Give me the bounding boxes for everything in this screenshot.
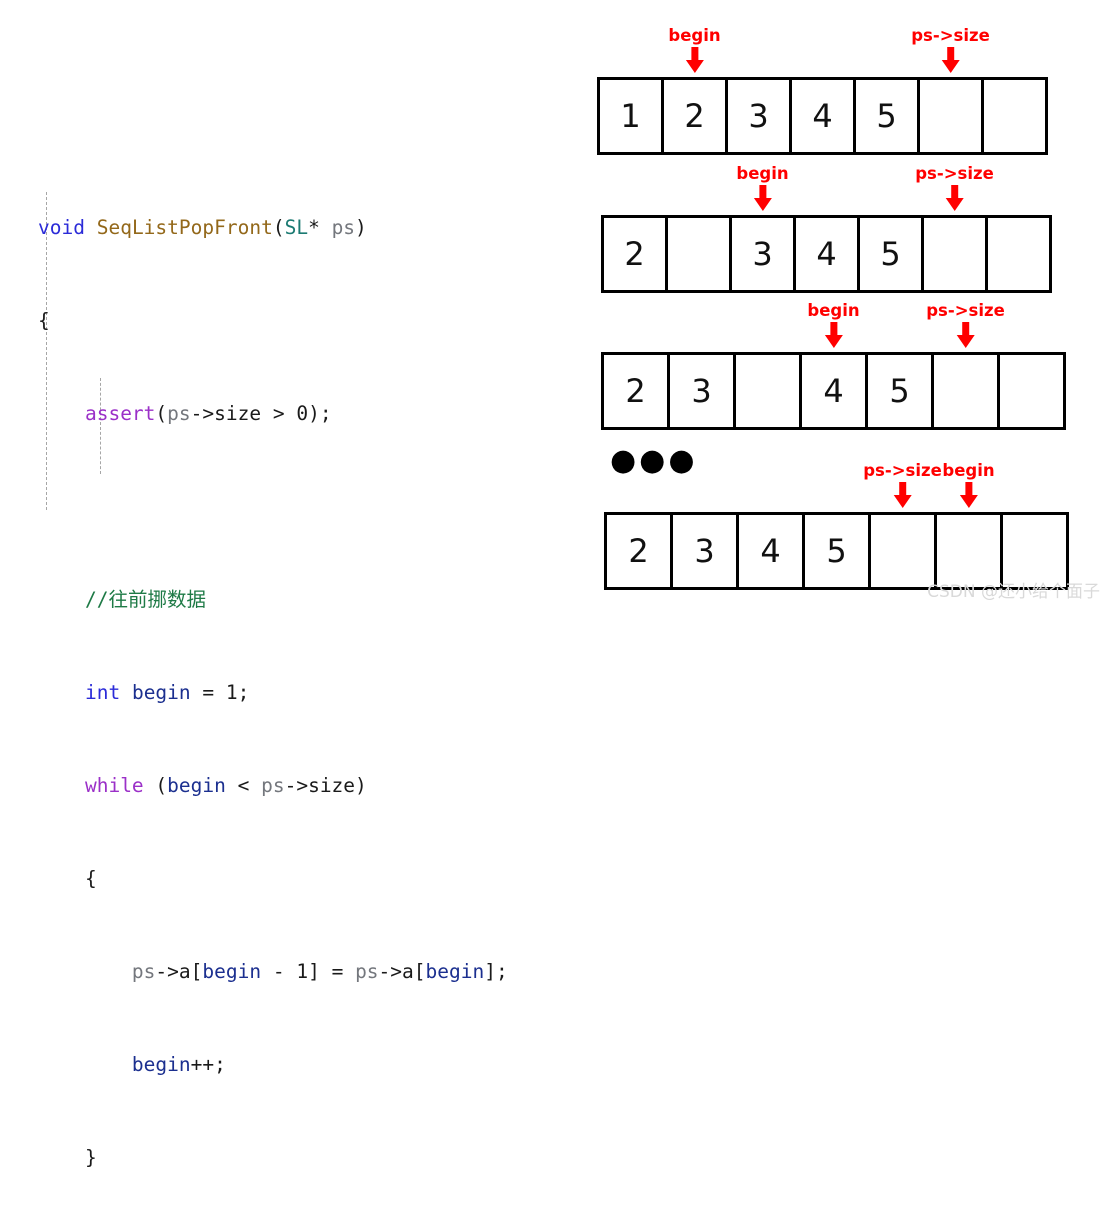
down-arrow-icon [753,185,772,211]
code-line-7: while (begin < ps->size) [84,774,367,797]
down-arrow-icon [893,482,912,508]
pointer-marker-ps-size: ps->size [911,27,990,73]
ellipsis-marker: ●●● [610,443,698,478]
array-cell: 5 [865,352,934,430]
array-cell [997,352,1066,430]
code-comment: //往前挪数据 [84,588,206,611]
code-line-8: { [84,867,97,890]
array-cell: 4 [789,77,856,155]
array-cell: 3 [670,512,739,590]
array-cell: 1 [597,77,664,155]
code-line-5: //往前挪数据 [38,584,508,615]
down-arrow-icon [956,322,975,348]
code-listing: void SeqListPopFront(SL* ps) { assert(ps… [38,150,508,1212]
pointer-label: begin [942,461,995,480]
array-cell: 2 [601,215,668,293]
down-arrow-icon [941,47,960,73]
pointer-label: ps->size [926,301,1005,320]
array-cell: 4 [799,352,868,430]
pointer-label: begin [668,26,721,45]
array-cell [985,215,1052,293]
pointer-marker-ps-size: ps->size [915,165,994,211]
array-cell: 3 [725,77,792,155]
pointer-marker-begin: begin [736,164,789,211]
array-row: 12345 [597,77,1048,155]
pointer-label: ps->size [863,461,942,480]
array-cell [665,215,732,293]
array-cell: 4 [793,215,860,293]
code-line-9: ps->a[begin - 1] = ps->a[begin]; [131,960,508,983]
code-line-2: { [38,309,50,332]
array-cell: 5 [853,77,920,155]
pointer-marker-begin: begin [942,461,995,508]
array-cell [733,352,802,430]
array-cell: 2 [604,512,673,590]
array-cell [931,352,1000,430]
array-cell: 4 [736,512,805,590]
array-cell: 2 [661,77,728,155]
down-arrow-icon [945,185,964,211]
array-row: 2345 [601,215,1052,293]
down-arrow-icon [959,482,978,508]
code-line-6: int begin = 1; [84,681,250,704]
pointer-label: begin [807,301,860,320]
pointer-marker-ps-size: ps->size [926,302,1005,348]
pointer-marker-begin: begin [807,301,860,348]
array-cell: 2 [601,352,670,430]
pointer-marker-ps-size: ps->size [863,462,942,508]
down-arrow-icon [685,47,704,73]
array-cell: 5 [857,215,924,293]
array-cell: 5 [802,512,871,590]
code-line-1: void SeqListPopFront(SL* ps) [38,216,367,239]
pointer-label: ps->size [911,26,990,45]
array-cell [981,77,1048,155]
array-cell: 3 [729,215,796,293]
pointer-label: begin [736,164,789,183]
pointer-marker-begin: begin [668,26,721,73]
array-cell: 3 [667,352,736,430]
array-cell [917,77,984,155]
array-cell [921,215,988,293]
pointer-label: ps->size [915,164,994,183]
array-diagram-pane: 1 2 3 4 5 begin ps->size 2 3 4 5 begin ps->size 2 3 4 5 b… [590,0,1108,606]
code-line-3: assert(ps->size > 0); [84,402,332,425]
code-pane: void SeqListPopFront(SL* ps) { assert(ps… [0,0,590,1169]
code-line-10: begin++; [131,1053,226,1076]
code-line-11: } [84,1146,97,1169]
watermark: CSDN @还小给个面子 [927,582,1100,602]
array-row: 2345 [601,352,1066,430]
down-arrow-icon [824,322,843,348]
